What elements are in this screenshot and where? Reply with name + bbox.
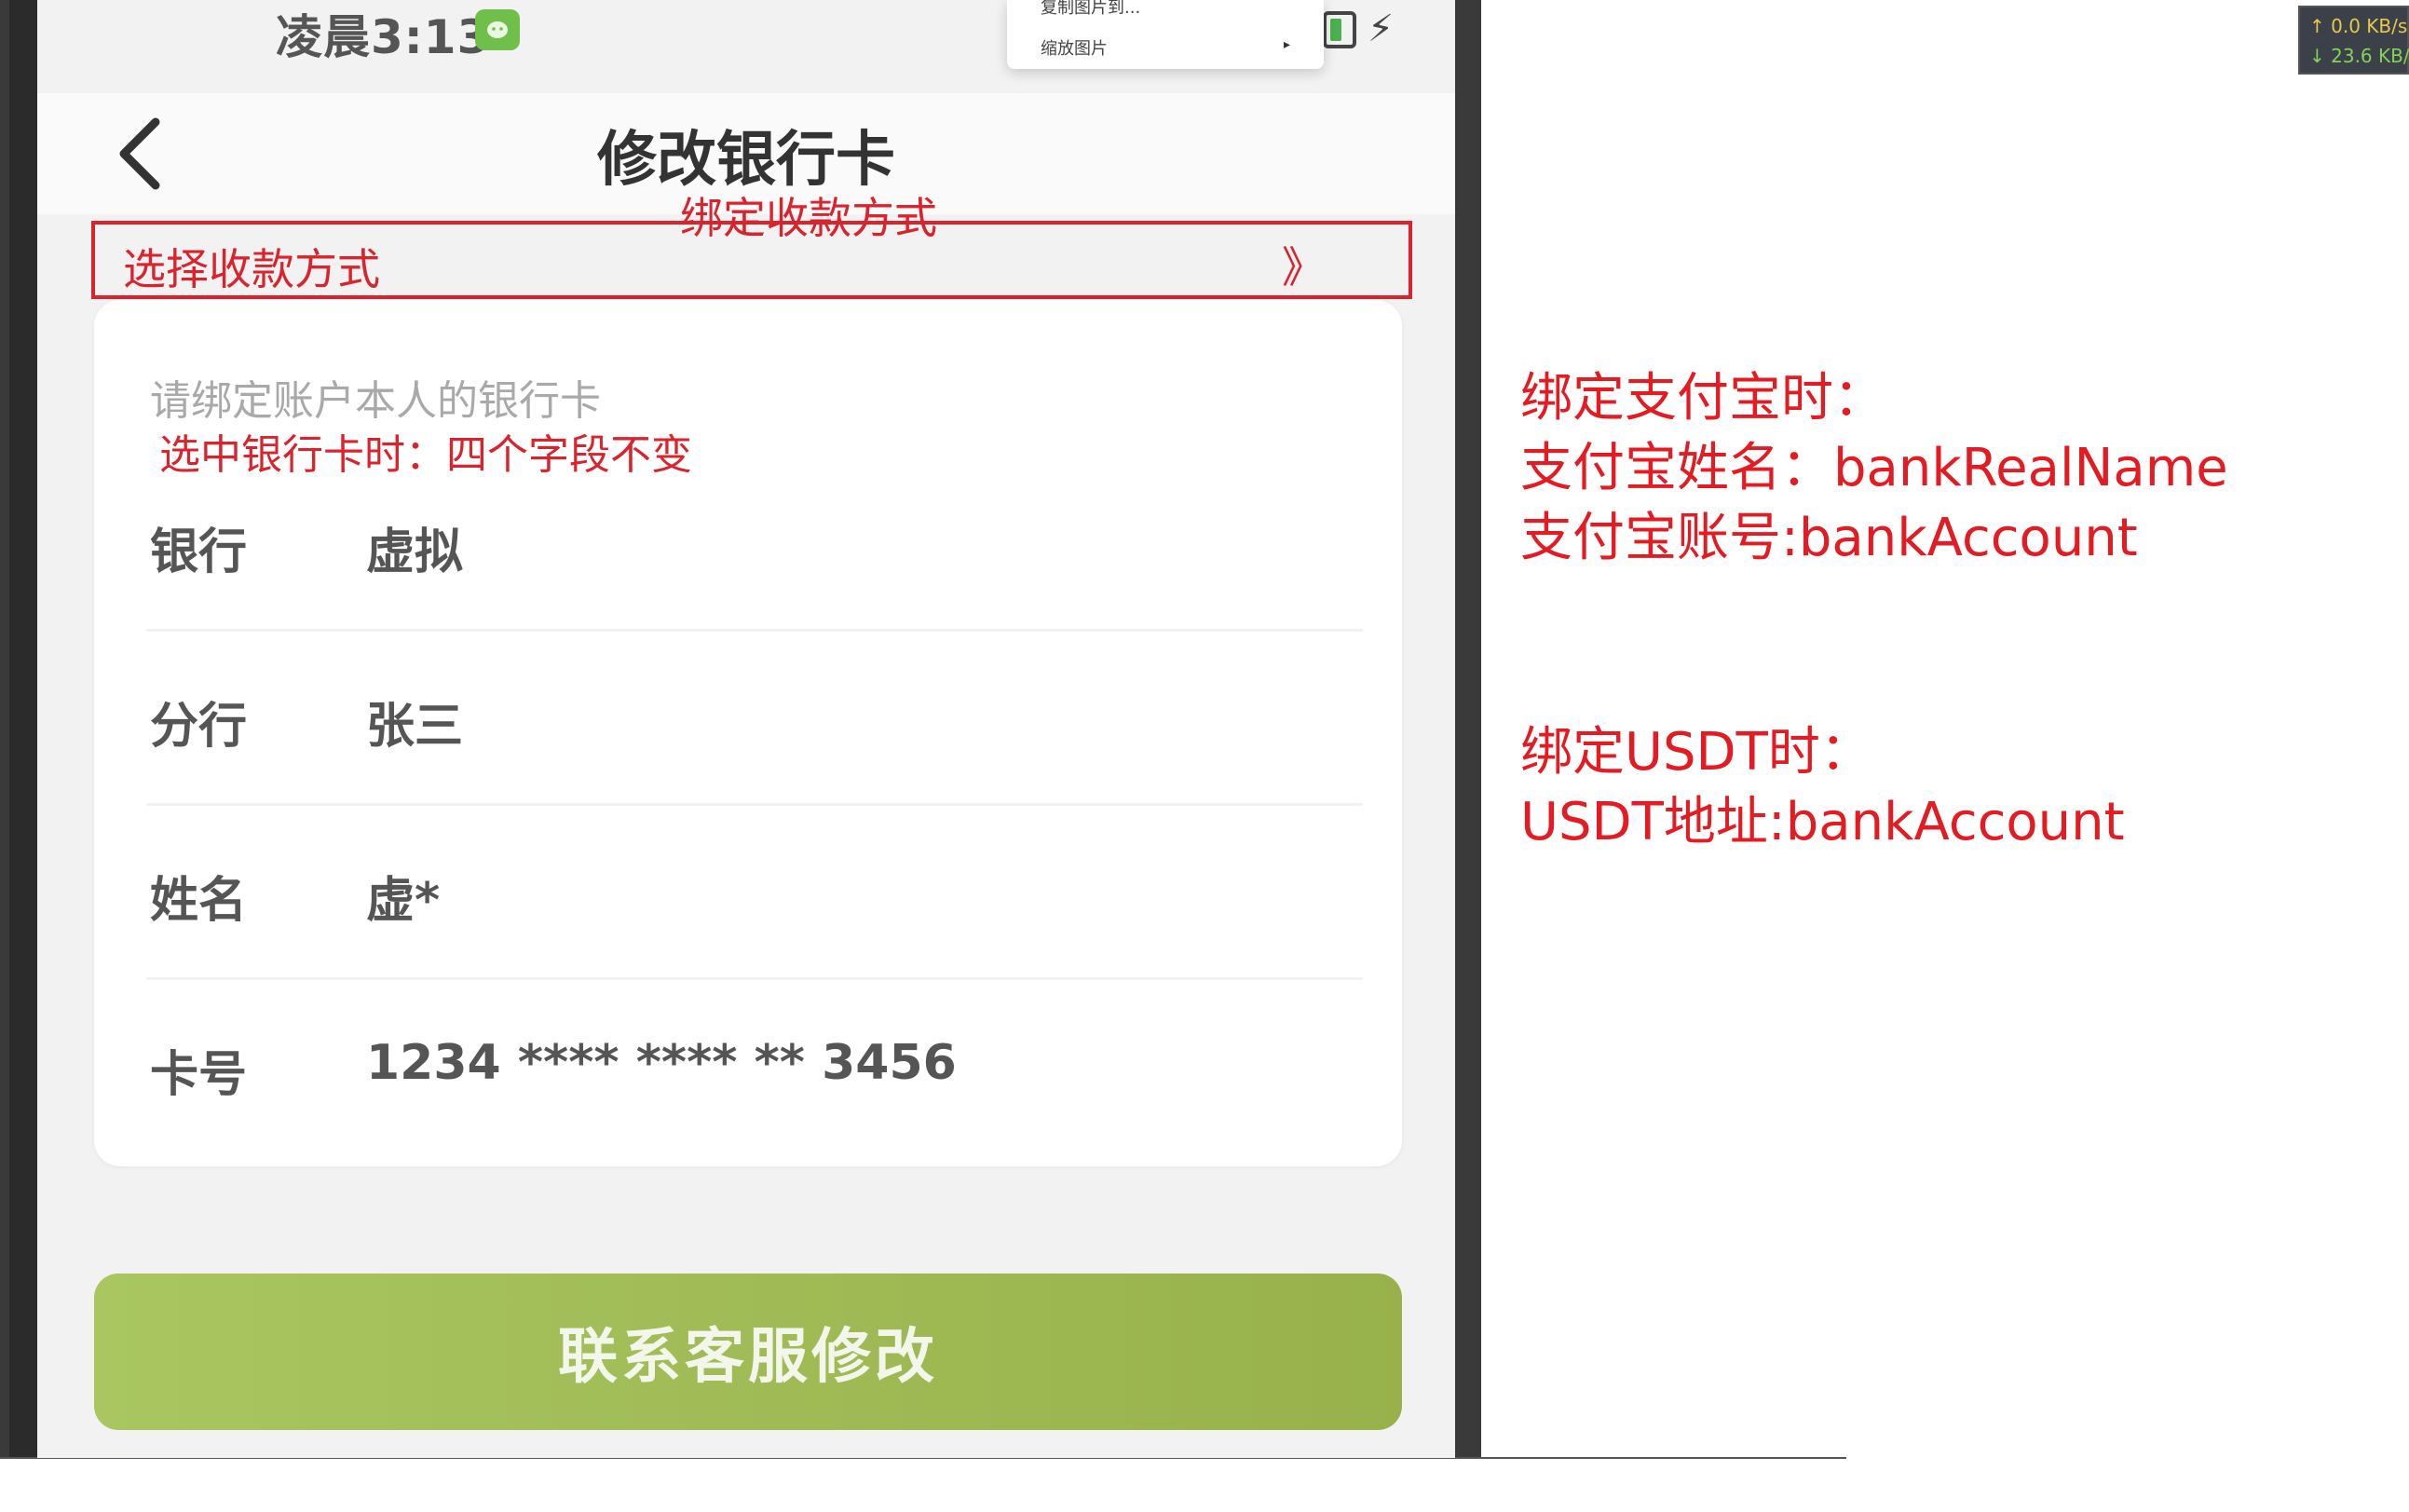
form-hint: 请绑定账户本人的银行卡 (150, 377, 601, 425)
field-divider (146, 629, 1363, 632)
field-label-branch: 分行 (150, 699, 248, 755)
select-payment-method-row[interactable]: 选择收款方式 》 (91, 221, 1412, 299)
phone-screen: 凌晨3:13 ⚡ 复制图片到... 缩放图片 ▸ 修改银行卡 绑定收款方式 选择… (37, 0, 1455, 1458)
left-window-edge-inner (9, 0, 37, 1458)
double-chevron-right-icon: 》 (1282, 242, 1325, 293)
field-label-bank: 银行 (150, 524, 248, 580)
upload-speed: ↑ 0.0 KB/s (2309, 15, 2408, 37)
usdt-annotation-line: 绑定USDT时： (1520, 722, 1872, 783)
field-label-name: 姓名 (150, 873, 248, 929)
menu-item-zoom-image[interactable]: 缩放图片 (1041, 35, 1108, 60)
field-divider (146, 977, 1363, 980)
menu-item-copy-image-to[interactable]: 复制图片到... (1041, 0, 1140, 19)
download-speed: ↓ 23.6 KB/s (2309, 45, 2409, 67)
field-value-branch: 张三 (366, 699, 464, 755)
select-payment-method-label: 选择收款方式 (123, 244, 380, 294)
field-row-card-number: 卡号 1234 **** **** ** 3456 (150, 981, 1361, 1154)
field-value-bank: 虚拟 (366, 524, 464, 580)
usdt-annotation-line: USDT地址:bankAccount (1520, 792, 2125, 852)
battery-icon (1323, 11, 1356, 48)
submenu-arrow-icon: ▸ (1283, 37, 1290, 52)
battery-level (1330, 19, 1341, 41)
field-divider (146, 803, 1363, 806)
alipay-annotation-line: 支付宝账号:bankAccount (1520, 508, 2138, 568)
field-value-card-number: 1234 **** **** ** 3456 (366, 1035, 957, 1091)
field-row-name: 姓名 虚* (146, 807, 1363, 980)
contact-support-button-label: 联系客服修改 (558, 1323, 938, 1392)
field-row-branch: 分行 张三 (146, 633, 1363, 806)
status-time: 凌晨3:13 (276, 10, 491, 64)
wechat-icon (475, 9, 520, 50)
contact-support-button[interactable]: 联系客服修改 (94, 1274, 1402, 1430)
alipay-annotation-line: 绑定支付宝时： (1520, 368, 1885, 429)
field-label-card-number: 卡号 (150, 1047, 248, 1103)
alipay-annotation-line: 支付宝姓名：bankRealName (1520, 438, 2228, 498)
field-value-name: 虚* (366, 873, 441, 929)
bank-card-form: 请绑定账户本人的银行卡 选中银行卡时：四个字段不变 银行 虚拟 分行 张三 姓名… (94, 300, 1402, 1166)
page-root: 凌晨3:13 ⚡ 复制图片到... 缩放图片 ▸ 修改银行卡 绑定收款方式 选择… (0, 0, 2409, 1512)
field-row-bank: 银行 虚拟 (146, 458, 1363, 632)
network-speed-widget: ↑ 0.0 KB/s ↓ 23.6 KB/s (2298, 6, 2409, 75)
alipay-annotation: 绑定支付宝时： 支付宝姓名：bankRealName 支付宝账号:bankAcc… (1520, 363, 2228, 573)
charging-icon: ⚡ (1368, 7, 1395, 50)
usdt-annotation: 绑定USDT时： USDT地址:bankAccount (1520, 717, 2125, 857)
right-window-edge (1455, 0, 1481, 1458)
context-menu: 复制图片到... 缩放图片 ▸ (1007, 0, 1324, 69)
